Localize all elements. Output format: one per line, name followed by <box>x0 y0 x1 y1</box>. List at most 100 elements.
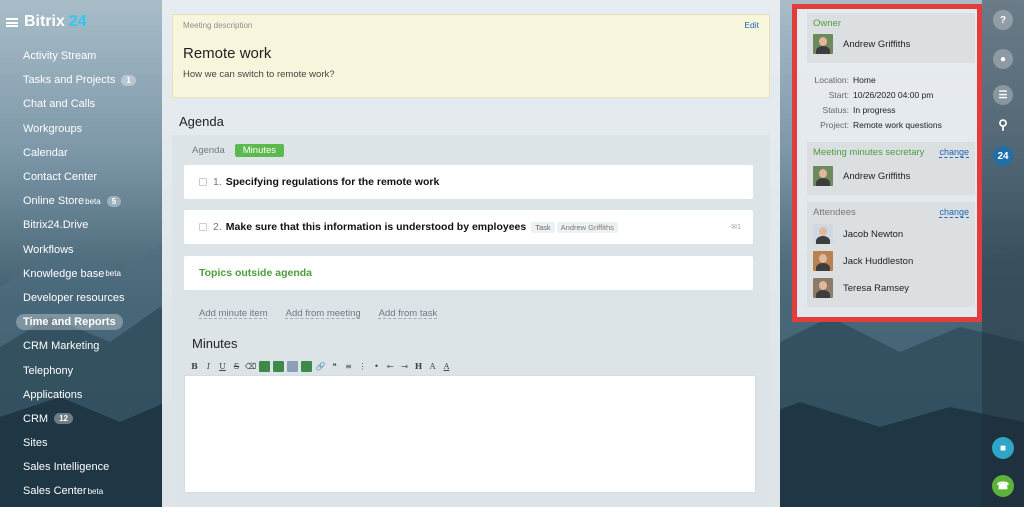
outdent-icon[interactable]: ⇤ <box>385 361 396 372</box>
assignee-tag[interactable]: Andrew Griffiths <box>556 221 618 233</box>
agenda-item[interactable]: 2. Make sure that this information is un… <box>184 210 753 244</box>
strikethrough-button[interactable]: S <box>231 361 242 372</box>
tab-agenda[interactable]: Agenda <box>192 145 225 156</box>
sidebar-item-drive[interactable]: Bitrix24.Drive <box>0 213 160 237</box>
sidebar-nav: Activity Stream Tasks and Projects 1 Chat… <box>0 44 160 504</box>
sidebar-item-sales-intelligence[interactable]: Sales Intelligence <box>0 455 160 479</box>
phone-icon[interactable]: ☎ <box>992 475 1014 497</box>
sidebar-item-applications[interactable]: Applications <box>0 383 160 407</box>
change-secretary-link[interactable]: change <box>939 147 969 157</box>
attendee-name[interactable]: Jack Huddleston <box>843 256 913 267</box>
owner-name[interactable]: Andrew Griffiths <box>843 39 910 50</box>
sidebar-item-label: CRM <box>23 412 49 425</box>
font-color-button[interactable]: A <box>441 361 452 372</box>
logo[interactable]: Bitrix 24 <box>6 12 87 32</box>
meeting-panel: Meeting description Edit Remote work How… <box>162 0 780 507</box>
status-value: In progress <box>853 105 896 115</box>
bullet-list-icon[interactable]: • <box>371 361 382 372</box>
logo-number: 24 <box>68 13 87 30</box>
attendee[interactable]: Teresa Ramsey <box>813 278 909 298</box>
attendee[interactable]: Jacob Newton <box>813 224 903 244</box>
messages-icon[interactable]: ☰ <box>993 85 1013 105</box>
item-title[interactable]: Make sure that this information is under… <box>226 221 526 233</box>
ordered-list-icon[interactable]: ⋮ <box>357 361 368 372</box>
edit-link[interactable]: Edit <box>744 20 759 30</box>
minutes-editor[interactable] <box>184 375 756 493</box>
video-icon[interactable] <box>287 360 298 372</box>
checkbox[interactable] <box>199 178 207 186</box>
bitrix24-badge[interactable]: 24 <box>993 146 1013 166</box>
contact-center-icon[interactable]: ■ <box>992 437 1014 459</box>
secretary-person[interactable]: Andrew Griffiths <box>813 166 910 186</box>
sidebar-item-label: Chat and Calls <box>23 98 96 111</box>
tab-minutes[interactable]: Minutes <box>234 144 285 157</box>
sidebar-item-label: Applications <box>23 388 83 401</box>
project-key: Project: <box>820 120 849 130</box>
description-caption: Meeting description <box>183 21 253 30</box>
secretary-name[interactable]: Andrew Griffiths <box>843 171 910 182</box>
change-attendees-link[interactable]: change <box>939 207 969 217</box>
sidebar-item-telephony[interactable]: Telephony <box>0 358 160 382</box>
sidebar-item-label: Sales Center <box>23 485 87 498</box>
comment-counter[interactable]: ✉1 <box>731 223 741 231</box>
add-from-meeting-link[interactable]: Add from meeting <box>286 308 361 319</box>
editor-toolbar: B I U S ⌫ 🔗 ❝ ≡ ⋮ • ⇤ ⇥ H A A <box>184 357 756 375</box>
sidebar-item-crm-marketing[interactable]: CRM Marketing <box>0 334 160 358</box>
heading-button[interactable]: H <box>413 361 424 372</box>
sidebar-item-developer-resources[interactable]: Developer resources <box>0 286 160 310</box>
quote-icon[interactable]: ❝ <box>329 361 340 372</box>
sidebar-item-sales-center[interactable]: Sales Center beta <box>0 479 160 503</box>
sidebar-item-tasks[interactable]: Tasks and Projects 1 <box>0 68 160 92</box>
secretary-label: Meeting minutes secretary <box>813 147 925 158</box>
attendees-card: Attendees change Jacob Newton Jack Huddl… <box>807 202 975 307</box>
sidebar-item-online-store[interactable]: Online Store beta 5 <box>0 189 160 213</box>
task-tag[interactable]: Task <box>531 221 555 233</box>
sidebar-item-crm[interactable]: CRM 12 <box>0 407 160 431</box>
add-minute-item-link[interactable]: Add minute item <box>199 308 268 319</box>
image-icon[interactable] <box>259 360 270 372</box>
right-toolbar: ? ● ☰ ⚲ 24 ■ ☎ <box>982 0 1024 507</box>
align-icon[interactable]: ≡ <box>343 361 354 372</box>
owner-person[interactable]: Andrew Griffiths <box>813 34 910 54</box>
checkbox[interactable] <box>199 223 207 231</box>
eraser-icon[interactable]: ⌫ <box>245 361 256 372</box>
sidebar-item-label: Bitrix24.Drive <box>23 219 89 232</box>
indent-icon[interactable]: ⇥ <box>399 361 410 372</box>
location-row: Location: Home <box>807 75 876 85</box>
attendee[interactable]: Jack Huddleston <box>813 251 913 271</box>
notifications-icon[interactable]: ● <box>993 49 1013 69</box>
sidebar-item-sites[interactable]: Sites <box>0 431 160 455</box>
sidebar-item-knowledge-base[interactable]: Knowledge base beta <box>0 262 160 286</box>
topics-outside-agenda[interactable]: Topics outside agenda <box>184 256 753 290</box>
bold-button[interactable]: B <box>189 361 200 372</box>
count-badge: 5 <box>106 195 122 207</box>
sidebar-item-calendar[interactable]: Calendar <box>0 141 160 165</box>
item-number: 1. <box>213 176 222 188</box>
project-value[interactable]: Remote work questions <box>853 120 942 130</box>
menu-icon[interactable] <box>6 17 18 27</box>
sidebar-item-activity-stream[interactable]: Activity Stream <box>0 44 160 68</box>
agenda-item[interactable]: 1. Specifying regulations for the remote… <box>184 165 753 199</box>
sidebar-item-chat[interactable]: Chat and Calls <box>0 92 160 116</box>
sidebar-item-time-and-reports[interactable]: Time and Reports <box>0 310 160 334</box>
sidebar-item-label: Tasks and Projects <box>23 74 116 87</box>
help-icon[interactable]: ? <box>993 10 1013 30</box>
italic-button[interactable]: I <box>203 361 214 372</box>
attendee-name[interactable]: Jacob Newton <box>843 229 903 240</box>
link-icon[interactable]: 🔗 <box>315 361 326 372</box>
secretary-card: Meeting minutes secretary change Andrew … <box>807 142 975 195</box>
item-title[interactable]: Specifying regulations for the remote wo… <box>226 176 440 188</box>
location-key: Location: <box>814 75 850 85</box>
sidebar-item-workflows[interactable]: Workflows <box>0 238 160 262</box>
topics-label: Topics outside agenda <box>199 267 312 279</box>
search-icon[interactable]: ⚲ <box>993 115 1013 135</box>
file-icon[interactable] <box>273 360 284 372</box>
location-value: Home <box>853 75 876 85</box>
sidebar-item-contact-center[interactable]: Contact Center <box>0 165 160 189</box>
add-from-task-link[interactable]: Add from task <box>379 308 438 319</box>
sidebar-item-workgroups[interactable]: Workgroups <box>0 117 160 141</box>
table-icon[interactable] <box>301 360 312 372</box>
underline-button[interactable]: U <box>217 361 228 372</box>
attendee-name[interactable]: Teresa Ramsey <box>843 283 909 294</box>
font-size-button[interactable]: A <box>427 361 438 372</box>
